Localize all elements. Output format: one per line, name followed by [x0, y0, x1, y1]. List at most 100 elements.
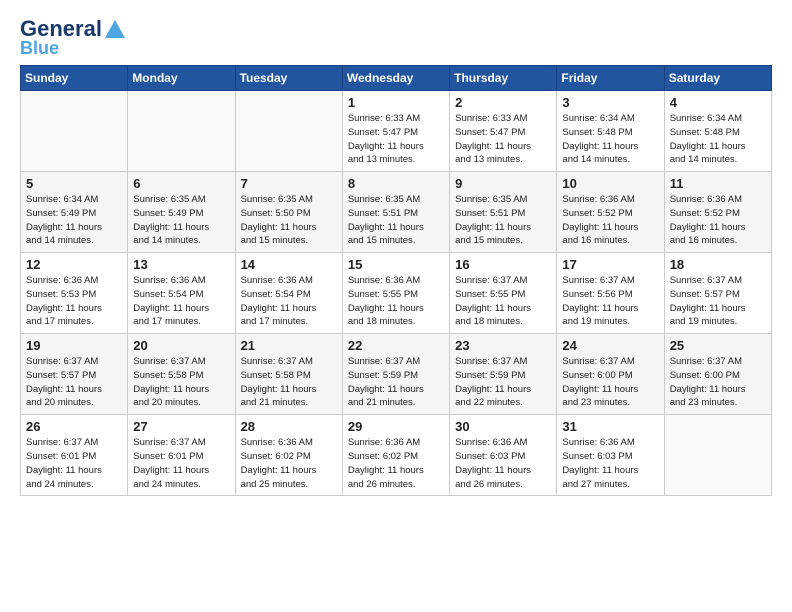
day-info: Sunrise: 6:36 AM Sunset: 5:52 PM Dayligh… — [670, 193, 766, 248]
calendar-day-5: 5 Sunrise: 6:34 AM Sunset: 5:49 PM Daylig… — [21, 172, 128, 253]
day-info: Sunrise: 6:34 AM Sunset: 5:48 PM Dayligh… — [562, 112, 658, 167]
day-info: Sunrise: 6:36 AM Sunset: 5:55 PM Dayligh… — [348, 274, 444, 329]
day-number: 7 — [241, 176, 337, 191]
day-info: Sunrise: 6:37 AM Sunset: 5:58 PM Dayligh… — [241, 355, 337, 410]
day-number: 6 — [133, 176, 229, 191]
calendar-day-15: 15 Sunrise: 6:36 AM Sunset: 5:55 PM Dayli… — [342, 253, 449, 334]
day-number: 17 — [562, 257, 658, 272]
day-number: 18 — [670, 257, 766, 272]
calendar-page: General Blue SundayMondayTuesdayWednesda… — [0, 0, 792, 612]
day-number: 19 — [26, 338, 122, 353]
calendar-day-6: 6Sunrise: 6:35 AM Sunset: 5:49 PM Daylig… — [128, 172, 235, 253]
day-number: 23 — [455, 338, 551, 353]
calendar-day-22: 22 Sunrise: 6:37 AM Sunset: 5:59 PM Dayli… — [342, 334, 449, 415]
day-info: Sunrise: 6:36 AM Sunset: 5:54 PM Dayligh… — [241, 274, 337, 329]
calendar-day-14: 14 Sunrise: 6:36 AM Sunset: 5:54 PM Dayli… — [235, 253, 342, 334]
weekday-header-tuesday: Tuesday — [235, 66, 342, 91]
day-info: Sunrise: 6:36 AM Sunset: 5:53 PM Dayligh… — [26, 274, 122, 329]
calendar-header-row: SundayMondayTuesdayWednesdayThursdayFrid… — [21, 66, 772, 91]
weekday-header-saturday: Saturday — [664, 66, 771, 91]
day-info: Sunrise: 6:37 AM Sunset: 5:57 PM Dayligh… — [670, 274, 766, 329]
day-info: Sunrise: 6:35 AM Sunset: 5:51 PM Dayligh… — [348, 193, 444, 248]
calendar-day-25: 25 Sunrise: 6:37 AM Sunset: 6:00 PM Dayli… — [664, 334, 771, 415]
day-number: 9 — [455, 176, 551, 191]
calendar-day-24: 24Sunrise: 6:37 AM Sunset: 6:00 PM Dayli… — [557, 334, 664, 415]
day-number: 15 — [348, 257, 444, 272]
day-number: 11 — [670, 176, 766, 191]
day-number: 30 — [455, 419, 551, 434]
empty-cell — [235, 91, 342, 172]
calendar-day-30: 30 Sunrise: 6:36 AM Sunset: 6:03 PM Dayli… — [450, 415, 557, 496]
logo: General Blue — [20, 16, 126, 59]
day-number: 26 — [26, 419, 122, 434]
day-number: 29 — [348, 419, 444, 434]
calendar-table: SundayMondayTuesdayWednesdayThursdayFrid… — [20, 65, 772, 496]
calendar-day-3: 3 Sunrise: 6:34 AM Sunset: 5:48 PM Daylig… — [557, 91, 664, 172]
empty-cell — [128, 91, 235, 172]
day-info: Sunrise: 6:36 AM Sunset: 5:54 PM Dayligh… — [133, 274, 229, 329]
day-number: 4 — [670, 95, 766, 110]
day-info: Sunrise: 6:37 AM Sunset: 5:58 PM Dayligh… — [133, 355, 229, 410]
day-number: 3 — [562, 95, 658, 110]
calendar-day-21: 21 Sunrise: 6:37 AM Sunset: 5:58 PM Dayli… — [235, 334, 342, 415]
calendar-week-4: 19Sunrise: 6:37 AM Sunset: 5:57 PM Dayli… — [21, 334, 772, 415]
calendar-day-12: 12 Sunrise: 6:36 AM Sunset: 5:53 PM Dayli… — [21, 253, 128, 334]
calendar-day-17: 17 Sunrise: 6:37 AM Sunset: 5:56 PM Dayli… — [557, 253, 664, 334]
calendar-week-2: 5 Sunrise: 6:34 AM Sunset: 5:49 PM Daylig… — [21, 172, 772, 253]
day-info: Sunrise: 6:36 AM Sunset: 6:03 PM Dayligh… — [455, 436, 551, 491]
calendar-day-19: 19Sunrise: 6:37 AM Sunset: 5:57 PM Dayli… — [21, 334, 128, 415]
day-info: Sunrise: 6:36 AM Sunset: 6:02 PM Dayligh… — [348, 436, 444, 491]
day-info: Sunrise: 6:37 AM Sunset: 6:00 PM Dayligh… — [670, 355, 766, 410]
day-number: 31 — [562, 419, 658, 434]
day-info: Sunrise: 6:34 AM Sunset: 5:49 PM Dayligh… — [26, 193, 122, 248]
calendar-day-13: 13 Sunrise: 6:36 AM Sunset: 5:54 PM Dayli… — [128, 253, 235, 334]
day-info: Sunrise: 6:36 AM Sunset: 5:52 PM Dayligh… — [562, 193, 658, 248]
day-info: Sunrise: 6:34 AM Sunset: 5:48 PM Dayligh… — [670, 112, 766, 167]
logo-blue: Blue — [20, 38, 59, 59]
empty-cell — [664, 415, 771, 496]
calendar-day-7: 7Sunrise: 6:35 AM Sunset: 5:50 PM Daylig… — [235, 172, 342, 253]
day-number: 14 — [241, 257, 337, 272]
day-info: Sunrise: 6:37 AM Sunset: 5:55 PM Dayligh… — [455, 274, 551, 329]
calendar-day-8: 8 Sunrise: 6:35 AM Sunset: 5:51 PM Daylig… — [342, 172, 449, 253]
day-info: Sunrise: 6:33 AM Sunset: 5:47 PM Dayligh… — [348, 112, 444, 167]
day-info: Sunrise: 6:37 AM Sunset: 6:01 PM Dayligh… — [133, 436, 229, 491]
day-number: 20 — [133, 338, 229, 353]
day-info: Sunrise: 6:37 AM Sunset: 5:56 PM Dayligh… — [562, 274, 658, 329]
day-info: Sunrise: 6:36 AM Sunset: 6:03 PM Dayligh… — [562, 436, 658, 491]
weekday-header-wednesday: Wednesday — [342, 66, 449, 91]
calendar-week-1: 1Sunrise: 6:33 AM Sunset: 5:47 PM Daylig… — [21, 91, 772, 172]
calendar-day-16: 16 Sunrise: 6:37 AM Sunset: 5:55 PM Dayli… — [450, 253, 557, 334]
calendar-day-31: 31 Sunrise: 6:36 AM Sunset: 6:03 PM Dayli… — [557, 415, 664, 496]
day-info: Sunrise: 6:37 AM Sunset: 5:59 PM Dayligh… — [348, 355, 444, 410]
day-number: 16 — [455, 257, 551, 272]
day-number: 25 — [670, 338, 766, 353]
calendar-day-20: 20 Sunrise: 6:37 AM Sunset: 5:58 PM Dayli… — [128, 334, 235, 415]
calendar-day-2: 2Sunrise: 6:33 AM Sunset: 5:47 PM Daylig… — [450, 91, 557, 172]
day-number: 8 — [348, 176, 444, 191]
calendar-day-29: 29 Sunrise: 6:36 AM Sunset: 6:02 PM Dayli… — [342, 415, 449, 496]
empty-cell — [21, 91, 128, 172]
logo-icon — [104, 18, 126, 40]
weekday-header-thursday: Thursday — [450, 66, 557, 91]
day-number: 2 — [455, 95, 551, 110]
day-number: 27 — [133, 419, 229, 434]
day-number: 12 — [26, 257, 122, 272]
day-number: 21 — [241, 338, 337, 353]
calendar-day-1: 1Sunrise: 6:33 AM Sunset: 5:47 PM Daylig… — [342, 91, 449, 172]
day-number: 13 — [133, 257, 229, 272]
day-info: Sunrise: 6:37 AM Sunset: 6:01 PM Dayligh… — [26, 436, 122, 491]
calendar-day-18: 18 Sunrise: 6:37 AM Sunset: 5:57 PM Dayli… — [664, 253, 771, 334]
day-number: 28 — [241, 419, 337, 434]
header: General Blue — [20, 16, 772, 59]
calendar-week-5: 26 Sunrise: 6:37 AM Sunset: 6:01 PM Dayli… — [21, 415, 772, 496]
weekday-header-monday: Monday — [128, 66, 235, 91]
day-number: 22 — [348, 338, 444, 353]
day-number: 10 — [562, 176, 658, 191]
calendar-day-9: 9Sunrise: 6:35 AM Sunset: 5:51 PM Daylig… — [450, 172, 557, 253]
calendar-day-27: 27 Sunrise: 6:37 AM Sunset: 6:01 PM Dayli… — [128, 415, 235, 496]
calendar-day-10: 10 Sunrise: 6:36 AM Sunset: 5:52 PM Dayli… — [557, 172, 664, 253]
day-number: 5 — [26, 176, 122, 191]
calendar-day-28: 28Sunrise: 6:36 AM Sunset: 6:02 PM Dayli… — [235, 415, 342, 496]
weekday-header-sunday: Sunday — [21, 66, 128, 91]
